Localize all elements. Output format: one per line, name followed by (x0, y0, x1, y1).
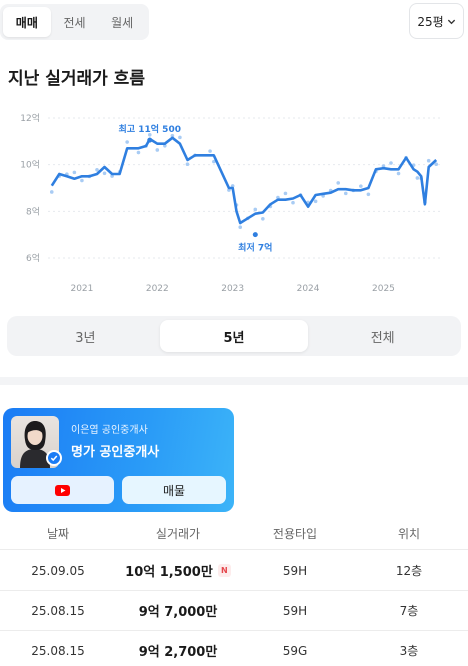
data-point (102, 171, 107, 176)
row-date: 25.08.15 (31, 643, 85, 658)
header-date: 날짜 (46, 527, 70, 541)
data-point (136, 150, 141, 155)
min-price-label: 최저 7억 (238, 242, 272, 254)
header-price: 실거래가 (155, 527, 201, 541)
period-tabs: 3년 5년 전체 (7, 316, 461, 356)
row-price: 9억 2,700만 (138, 645, 218, 660)
row-floor: 7층 (399, 604, 419, 618)
deal-type-tabs: 매매 전세 월세 (0, 4, 149, 40)
row-type: 59G (282, 643, 308, 658)
new-badge: N (217, 564, 231, 577)
row-price: 10억 1,500만 (125, 565, 213, 580)
y-tick-label: 10억 (20, 159, 40, 171)
x-tick-label: 2022 (146, 284, 169, 294)
section-divider (0, 377, 468, 385)
data-point (396, 171, 401, 176)
data-point (426, 158, 431, 163)
data-point (283, 191, 288, 196)
max-price-label: 최고 11억 500 (119, 123, 181, 135)
y-tick-label: 8억 (26, 205, 40, 217)
row-price: 9억 7,000만 (138, 605, 218, 620)
data-point (336, 181, 341, 185)
row-date: 25.08.15 (31, 603, 85, 618)
row-type: 59H (282, 603, 308, 618)
tab-3-years[interactable]: 3년 (11, 320, 160, 352)
data-point (261, 217, 265, 221)
youtube-icon (55, 484, 70, 496)
price-trend-line (50, 136, 438, 225)
data-point (80, 178, 84, 183)
tab-monthly-rent[interactable]: 월세 (98, 7, 146, 37)
data-point (313, 199, 318, 204)
agent-card[interactable]: 이은엽 공인중개사 명가 공인중개사 매물 (3, 408, 234, 512)
tab-sale[interactable]: 매매 (3, 7, 51, 37)
max-price-marker (147, 137, 153, 143)
check-badge-icon (46, 450, 62, 466)
data-point (389, 161, 393, 165)
header-type: 전용타입 (272, 527, 318, 541)
data-point (185, 162, 190, 166)
row-floor: 12층 (395, 564, 423, 578)
tab-jeonse[interactable]: 전세 (51, 7, 99, 37)
price-trend-chart: 12억 10억 8억 6억 2021 2022 2023 2024 2025 최고 11억 500… (20, 112, 440, 294)
data-point (238, 225, 243, 229)
x-tick-label: 2021 (70, 284, 93, 294)
min-price-marker (252, 232, 258, 238)
youtube-button[interactable] (11, 476, 114, 504)
table-row[interactable]: 25.08.15 9억 7,000만 59H 7층 (0, 591, 468, 631)
data-point (49, 190, 54, 194)
data-point (72, 170, 77, 175)
data-point (178, 135, 182, 140)
data-point (359, 184, 363, 188)
data-point (343, 191, 348, 196)
header-floor: 위치 (397, 527, 421, 541)
tab-5-years[interactable]: 5년 (159, 320, 309, 352)
y-tick-label: 6억 (26, 252, 40, 264)
row-type: 59H (282, 563, 308, 578)
row-floor: 3층 (399, 644, 419, 658)
data-point (415, 176, 420, 180)
data-point (253, 207, 258, 212)
data-point (366, 192, 371, 197)
row-date: 25.09.05 (31, 563, 85, 578)
listing-button[interactable]: 매물 (122, 476, 226, 504)
area-size-select[interactable]: 25평 (409, 3, 464, 39)
x-tick-label: 2024 (297, 284, 320, 294)
y-tick-label: 12억 (20, 112, 40, 124)
data-point (208, 149, 212, 153)
row-price-cell: 10억 1,500만 N (116, 561, 240, 580)
agent-subtitle: 이은엽 공인중개사 (71, 425, 148, 436)
table-row[interactable]: 25.08.15 9억 2,700만 59G 3층 (0, 631, 468, 666)
data-point (155, 148, 160, 152)
row-price-cell: 9억 2,700만 (116, 641, 240, 660)
agent-name: 명가 공인중개사 (71, 445, 160, 460)
area-size-value: 25평 (417, 14, 444, 29)
data-point (291, 200, 295, 205)
row-price-cell: 9억 7,000만 (116, 601, 240, 620)
data-point (125, 140, 129, 144)
data-point (434, 162, 439, 166)
tab-all[interactable]: 전체 (308, 320, 457, 352)
transactions-table-header: 날짜 실거래가 전용타입 위치 (0, 518, 468, 550)
chevron-down-icon (447, 19, 455, 24)
x-tick-label: 2025 (372, 284, 395, 294)
table-row[interactable]: 25.09.05 10억 1,500만 N 59H 12층 (0, 551, 468, 591)
x-tick-label: 2023 (221, 284, 244, 294)
section-title: 지난 실거래가 흐름 (8, 69, 145, 89)
